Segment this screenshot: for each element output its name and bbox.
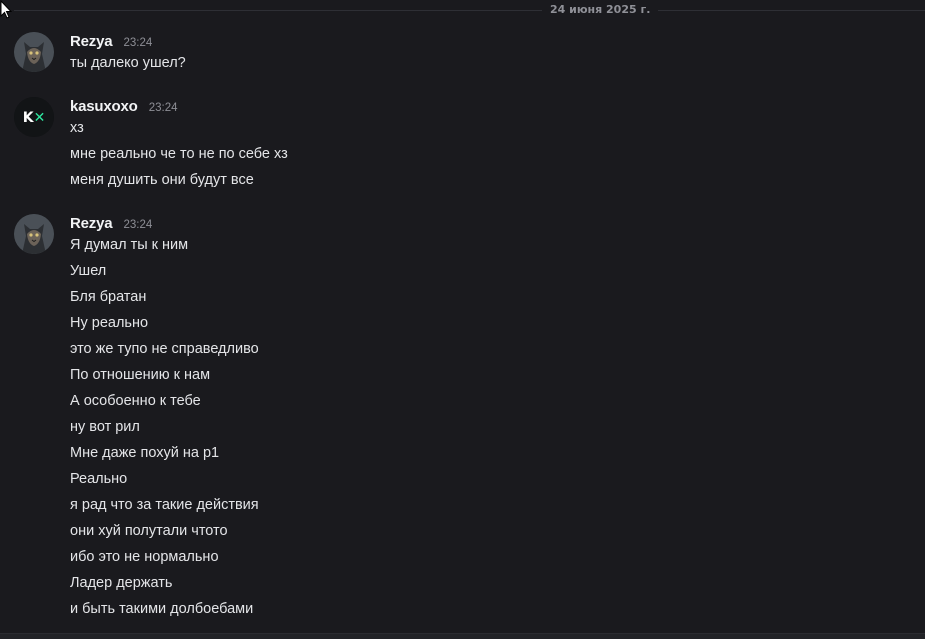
cat-avatar-icon[interactable]	[14, 214, 54, 254]
message-text: меня душить они будут все	[70, 172, 254, 188]
message-text: Мне даже похуй на р1	[70, 445, 220, 461]
message-text: Бля братан	[70, 289, 147, 305]
composer-edge	[0, 633, 925, 639]
username[interactable]: Rezya	[70, 215, 113, 232]
message-lines: ты далеко ушел?	[70, 53, 186, 79]
message-lines: Я думал ты к ним Ушел Бля братан Ну реал…	[70, 235, 259, 625]
username[interactable]: Rezya	[70, 33, 113, 50]
message-lines: хз мне реально че то не по себе хз меня …	[70, 118, 288, 196]
message-text: это же тупо не справедливо	[70, 341, 259, 357]
timestamp[interactable]: 23:24	[149, 102, 178, 114]
message-text: Ну реально	[70, 315, 149, 331]
message-text: хз	[70, 120, 84, 136]
message-text: я рад что за такие действия	[70, 497, 259, 513]
message-text: А особоенно к тебе	[70, 393, 201, 409]
message-header: Rezya 23:24	[70, 31, 152, 53]
message-text: По отношению к нам	[70, 367, 211, 383]
chat-message-list[interactable]: 24 июня 2025 г. Rezya 23:24 ты далеко уш…	[0, 0, 925, 639]
date-divider-label: 24 июня 2025 г.	[542, 3, 659, 17]
timestamp[interactable]: 23:24	[123, 219, 152, 231]
mouse-pointer-icon	[0, 0, 12, 19]
message-header: Rezya 23:24	[70, 213, 152, 235]
message-text: и быть такими долбоебами	[70, 601, 254, 617]
username[interactable]: kasuxoxo	[70, 98, 138, 115]
cat-avatar-icon[interactable]	[14, 32, 54, 72]
message-header: kasuxoxo 23:24	[70, 96, 177, 118]
date-divider: 24 июня 2025 г.	[0, 0, 925, 20]
message-text: ибо это не нормально	[70, 549, 219, 565]
message-text: Я думал ты к ним	[70, 237, 189, 253]
timestamp[interactable]: 23:24	[123, 37, 152, 49]
message-text: Ушел	[70, 263, 107, 279]
divider-line	[14, 10, 925, 11]
message-text: они хуй полутали чтото	[70, 523, 228, 539]
message-text: Ладер держать	[70, 575, 173, 591]
message-text: ты далеко ушел?	[70, 55, 186, 71]
message-text: ну вот рил	[70, 419, 140, 435]
message-text: Реально	[70, 471, 128, 487]
svg-text:K✕: K✕	[23, 110, 46, 126]
message-text: мне реально че то не по себе хз	[70, 146, 288, 162]
kx-logo-avatar-icon[interactable]: K✕	[14, 97, 54, 137]
